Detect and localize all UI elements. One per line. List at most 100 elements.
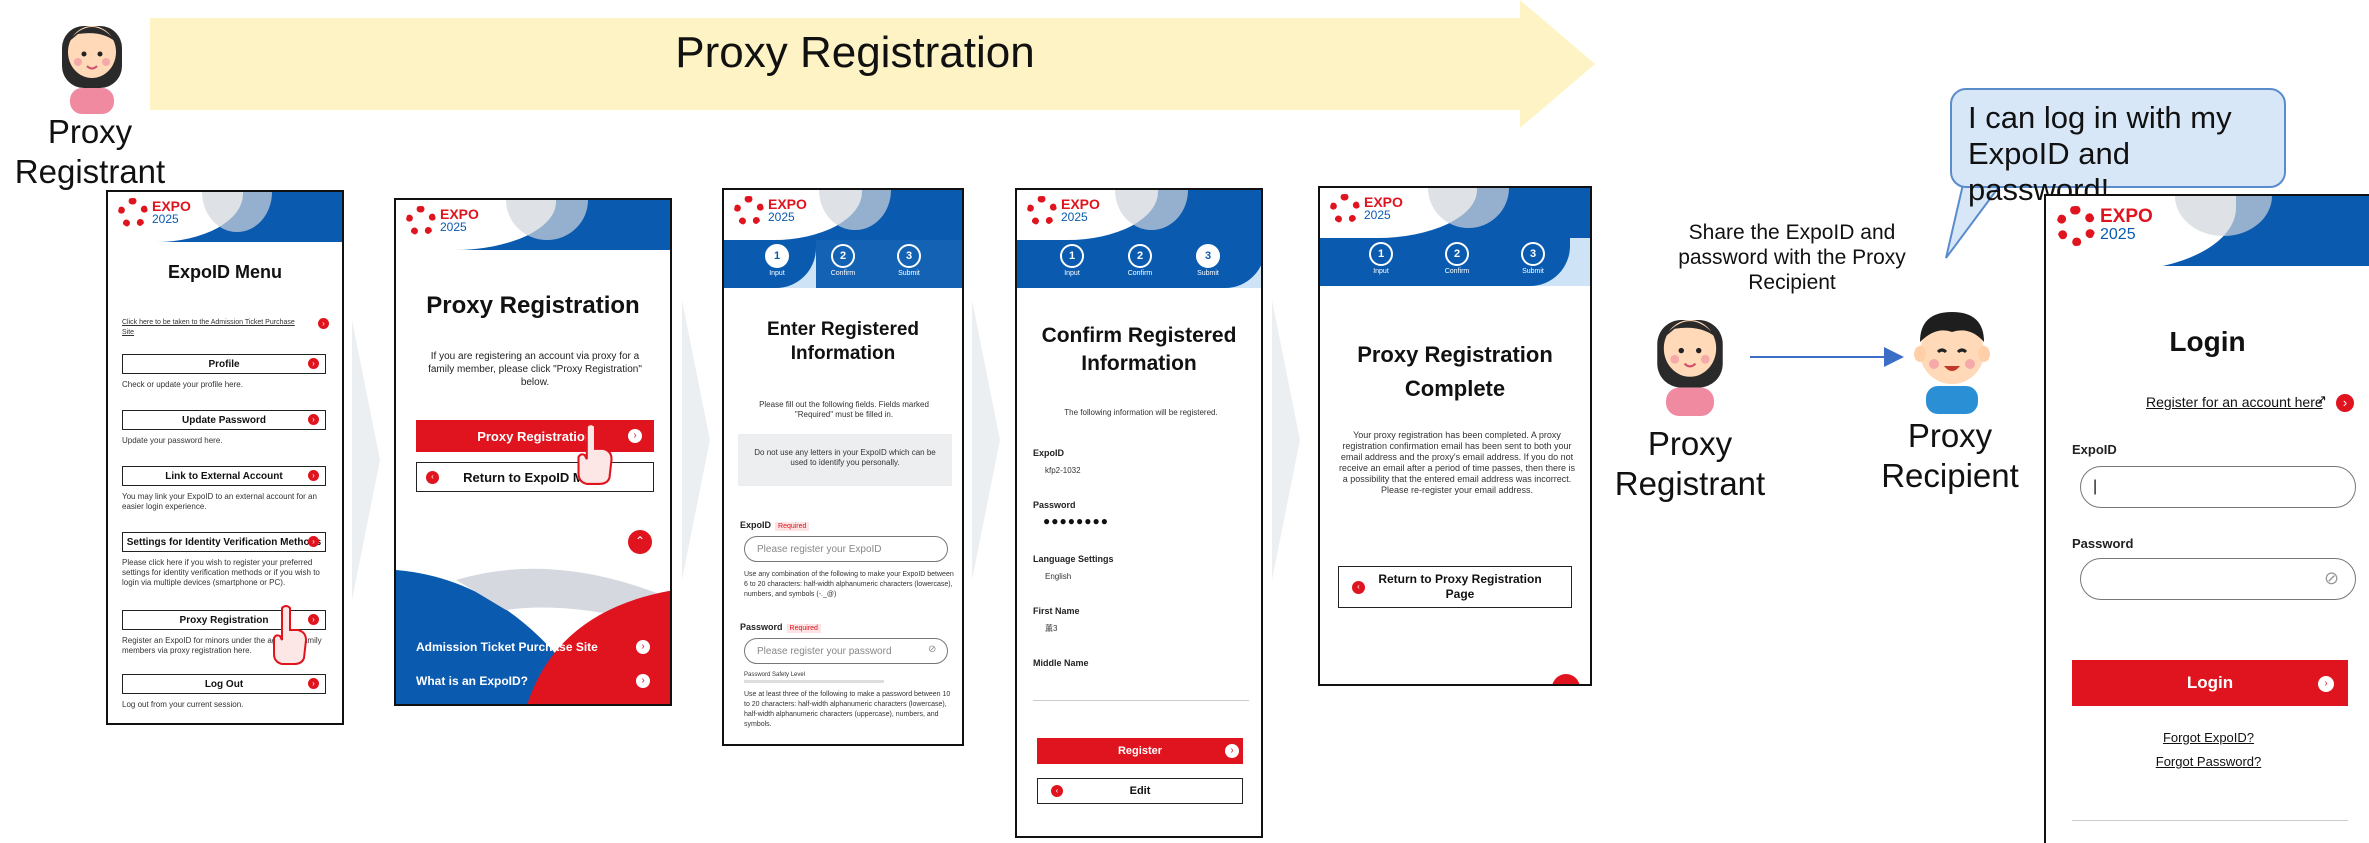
step-input: 1 Input <box>752 244 802 277</box>
top-registrant-label-1: Proxy <box>47 113 133 150</box>
eye-off-icon[interactable]: ⊘ <box>2324 568 2339 589</box>
identity-verification-settings-button[interactable]: Settings for Identity Verification Metho… <box>122 532 326 552</box>
screen-header: EXPO 2025 <box>1017 190 1261 240</box>
field-label-language: Language Settings <box>1033 554 1114 564</box>
field-label-first-name: First Name <box>1033 606 1080 616</box>
password-strength-bar <box>744 680 884 683</box>
step-confirm: 2 Confirm <box>1432 242 1482 275</box>
expoid-label: ExpoID Required <box>740 520 810 531</box>
field-label-password: Password <box>1033 500 1076 510</box>
profile-desc: Check or update your profile here. <box>122 380 243 389</box>
expo-2025-logo: EXPO 2025 <box>734 196 807 226</box>
register-account-link[interactable]: Register for an account here <box>2146 394 2323 410</box>
chevron-right-icon: › <box>636 674 650 688</box>
step-chevron <box>682 300 710 580</box>
step-chevron <box>1272 300 1300 580</box>
return-to-expoid-menu-button[interactable]: Return to ExpoID Menu <box>416 462 654 492</box>
admission-ticket-link[interactable]: Admission Ticket Purchase Site <box>416 640 598 654</box>
chevron-right-icon: › <box>636 640 650 654</box>
expoid-help: Use any combination of the following to … <box>744 571 954 598</box>
identity-verification-desc: Please click here if you wish to registe… <box>122 558 320 587</box>
password-input[interactable]: Please register your password <box>744 638 948 664</box>
expo-2025-logo: EXPO 2025 <box>2056 206 2153 246</box>
girl-avatar-icon <box>62 26 122 114</box>
profile-button[interactable]: Profile <box>122 354 326 374</box>
forgot-expoid-link[interactable]: Forgot ExpoID? <box>2046 730 2369 745</box>
page-title: Enter Registered Information <box>766 319 920 364</box>
expoid-input[interactable]: | <box>2080 466 2356 508</box>
chevron-right-icon: › <box>308 678 319 689</box>
proxy-registration-button[interactable]: Proxy Registration <box>416 420 654 452</box>
divider <box>2072 820 2348 821</box>
chevron-left-icon: ‹ <box>426 471 439 484</box>
mid-registrant-label-1: Proxy <box>1647 425 1733 462</box>
login-screen: EXPO 2025 Login Register for an account h… <box>2044 194 2369 843</box>
step-indicator: 1 Input 2 Confirm 3 Submit <box>1017 240 1261 288</box>
step-input: 1 Input <box>1356 242 1406 275</box>
expoid-input[interactable]: Please register your ExpoID <box>744 536 948 562</box>
what-is-expoid-link[interactable]: What is an ExpoID? <box>416 674 528 688</box>
step-submit: 3 Submit <box>1183 244 1233 277</box>
password-label: Password <box>2072 536 2134 551</box>
screen-header: EXPO 2025 <box>1320 188 1590 238</box>
mid-registrant-label-2: Registrant <box>1614 465 1766 502</box>
recipient-label-1: Proxy <box>1907 417 1993 454</box>
field-label-expoid: ExpoID <box>1033 448 1065 458</box>
chevron-left-icon: ‹ <box>1051 785 1063 797</box>
log-out-desc: Log out from your current session. <box>122 700 244 709</box>
register-button[interactable]: Register <box>1037 738 1243 764</box>
chevron-right-icon: › <box>308 358 319 369</box>
screen-header: EXPO 2025 <box>724 190 962 240</box>
ticket-site-link[interactable]: Click here to be taken to the Admission … <box>122 318 302 338</box>
privacy-notice: Do not use any letters in your ExpoID wh… <box>738 434 952 486</box>
confirm-info-screen: EXPO 2025 1 Input 2 Confirm 3 Submit Confirm… <box>1015 188 1263 838</box>
edit-button[interactable]: Edit <box>1037 778 1243 804</box>
scroll-to-top-button[interactable] <box>1552 674 1580 684</box>
boy-avatar-icon <box>1914 312 1990 414</box>
log-out-button[interactable]: Log Out <box>122 674 326 694</box>
login-button[interactable]: Login <box>2072 660 2348 706</box>
registration-complete-screen: EXPO 2025 1 Input 2 Confirm 3 Submit Proxy R… <box>1318 186 1592 686</box>
password-strength-label: Password Safety Level <box>744 672 806 678</box>
step-input: 1 Input <box>1047 244 1097 277</box>
chevron-right-icon: › <box>2318 676 2334 692</box>
return-to-proxy-registration-button[interactable]: Return to Proxy Registration Page <box>1338 566 1572 608</box>
link-external-account-desc: You may link your ExpoID to an external … <box>122 492 317 511</box>
field-value-expoid: kfp2-1032 <box>1045 466 1081 475</box>
password-label: Password Required <box>740 622 821 633</box>
update-password-button[interactable]: Update Password <box>122 410 326 430</box>
password-help: Use at least three of the following to m… <box>744 691 951 728</box>
eye-off-icon[interactable]: ⊘ <box>928 644 936 655</box>
screen-header: EXPO 2025 <box>2046 196 2369 271</box>
external-link-icon: ↗ <box>2316 392 2327 407</box>
expo-2025-logo: EXPO 2025 <box>1027 196 1100 226</box>
step-indicator: 1 Input 2 Confirm 3 Submit <box>1320 238 1590 286</box>
pointing-hand-icon <box>273 605 308 665</box>
speech-bubble: I can log in with my ExpoID and password… <box>1950 88 2286 207</box>
password-input[interactable] <box>2080 558 2356 600</box>
step-submit: 3 Submit <box>1508 242 1558 275</box>
forgot-password-link[interactable]: Forgot Password? <box>2046 754 2369 769</box>
screen-header: EXPO 2025 <box>108 192 342 242</box>
recipient-label-2: Recipient <box>1881 457 2019 494</box>
expo-2025-logo: EXPO 2025 <box>406 206 479 236</box>
page-title: Login <box>2169 326 2246 357</box>
field-value-language: English <box>1045 572 1072 581</box>
step-chevron <box>972 300 1000 580</box>
field-value-first-name: 薫3 <box>1045 624 1058 633</box>
page-title: ExpoID Menu <box>167 262 282 282</box>
proxy-registration-desc: If you are registering an account via pr… <box>428 351 642 388</box>
chevron-right-icon: › <box>2336 394 2354 412</box>
chevron-left-icon: ‹ <box>1352 581 1365 594</box>
page-title: Confirm Registered Information <box>1041 324 1237 375</box>
page-title: Proxy Registration Complete <box>1357 342 1553 401</box>
girl-avatar-icon <box>1657 320 1723 416</box>
step-submit: 3 Submit <box>884 244 934 277</box>
link-external-account-button[interactable]: Link to External Account <box>122 466 326 486</box>
step-indicator: 1 Input 2 Confirm 3 Submit <box>724 240 962 288</box>
chevron-right-icon: › <box>308 470 319 481</box>
divider <box>1033 700 1249 701</box>
pointing-hand-icon <box>577 423 613 485</box>
top-registrant-label-2: Registrant <box>14 153 166 190</box>
enter-info-screen: EXPO 2025 1 Input 2 Confirm 3 Submit Enter R… <box>722 188 964 746</box>
